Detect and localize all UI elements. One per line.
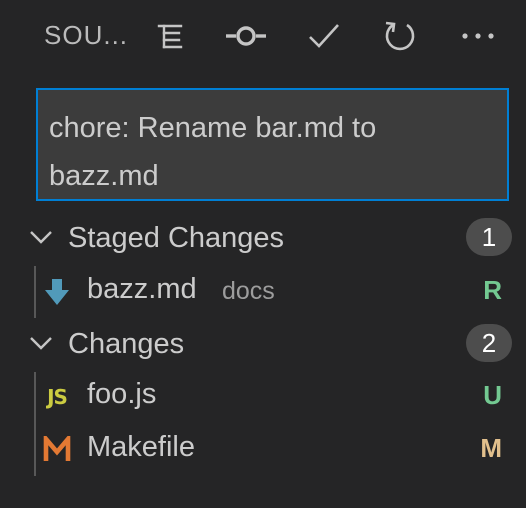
panel-header: SOU... — [0, 0, 526, 72]
staged-changes-group[interactable]: Staged Changes 1 — [0, 214, 526, 266]
changed-file-row[interactable]: JS foo.js U — [0, 372, 526, 424]
changes-count-badge: 2 — [466, 324, 512, 362]
javascript-icon: JS — [47, 385, 68, 409]
file-status-badge: U — [483, 380, 502, 410]
changes-group[interactable]: Changes 2 — [0, 320, 526, 372]
staged-changes-label: Staged Changes — [68, 222, 285, 254]
panel-title: SOU... — [44, 20, 129, 50]
file-name: Makefile — [87, 431, 195, 463]
markdown-download-icon — [42, 275, 72, 309]
tree-view-button[interactable] — [148, 14, 192, 58]
file-description: docs — [222, 277, 275, 305]
commit-icon — [224, 21, 268, 51]
makefile-icon — [42, 433, 72, 467]
commit-button[interactable] — [224, 14, 268, 58]
staged-file-row[interactable]: bazz.md docs R — [0, 267, 526, 319]
more-icon — [461, 31, 495, 41]
source-control-panel: SOU... chore: Rename bar.md to bazz.md S… — [0, 0, 526, 508]
check-icon — [307, 21, 341, 51]
staged-count-badge: 1 — [466, 218, 512, 256]
chevron-down-icon — [28, 228, 54, 251]
refresh-icon — [383, 19, 417, 53]
commit-check-button[interactable] — [302, 14, 346, 58]
file-status-badge: M — [480, 433, 502, 463]
commit-message-input[interactable]: chore: Rename bar.md to bazz.md — [36, 88, 509, 201]
tree-view-icon — [155, 21, 185, 51]
file-name: bazz.md — [87, 273, 197, 305]
chevron-down-icon — [28, 334, 54, 357]
file-name: foo.js — [87, 378, 157, 410]
more-actions-button[interactable] — [456, 14, 500, 58]
file-status-badge: R — [483, 275, 502, 305]
changes-label: Changes — [68, 328, 185, 360]
refresh-button[interactable] — [378, 14, 422, 58]
changed-file-row[interactable]: Makefile M — [0, 425, 526, 477]
